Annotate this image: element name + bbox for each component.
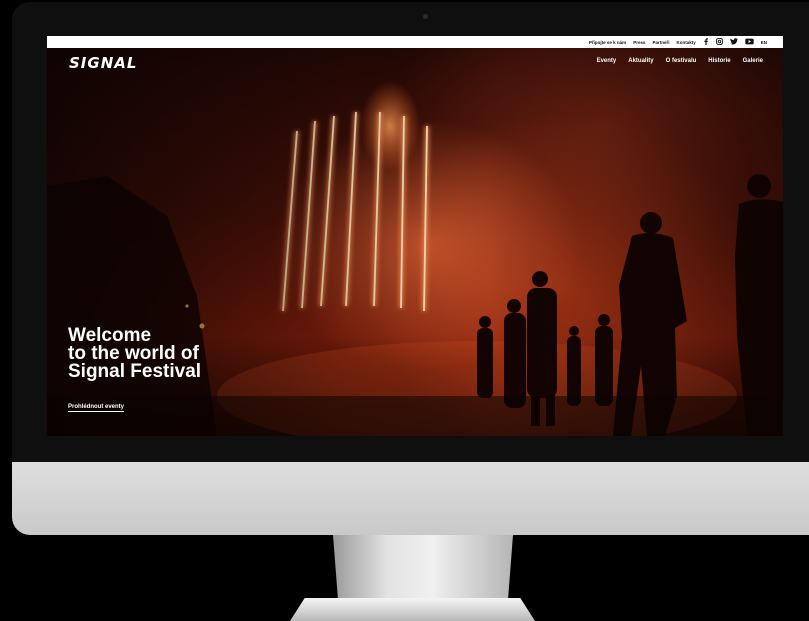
hero-title: Welcome to the world of Signal Festival [68, 326, 202, 382]
main-navigation: Eventy Aktuality O festivalu Historie Ga… [597, 58, 763, 64]
camera-dot [423, 14, 428, 19]
monitor-stand-base [290, 598, 535, 621]
instagram-icon[interactable] [715, 37, 723, 47]
nav-item-events[interactable]: Eventy [597, 58, 617, 64]
browser-viewport: Připojte se k nám Press Partneři Kontakt… [47, 36, 783, 436]
browse-events-link[interactable]: Prohlédnout eventy [68, 404, 125, 412]
nav-item-history[interactable]: Historie [708, 58, 730, 64]
utility-link-press[interactable]: Press [633, 40, 645, 45]
ground-haze [217, 341, 737, 436]
twitter-icon[interactable] [729, 37, 738, 47]
language-switch[interactable]: EN [761, 40, 767, 45]
utility-link-contacts[interactable]: Kontakty [676, 40, 695, 45]
monitor-stand [333, 535, 513, 605]
utility-bar: Připojte se k nám Press Partneři Kontakt… [47, 36, 783, 48]
bottom-shadow [47, 396, 783, 436]
monitor-chin [12, 462, 809, 535]
hero-title-line: Signal Festival [68, 361, 202, 382]
nav-item-news[interactable]: Aktuality [628, 58, 653, 64]
youtube-icon[interactable] [745, 38, 754, 47]
nav-item-about[interactable]: O festivalu [666, 58, 697, 64]
fire-glow [360, 81, 420, 171]
facebook-icon[interactable] [703, 37, 709, 47]
street-light [185, 304, 189, 308]
utility-link-partners[interactable]: Partneři [652, 40, 669, 45]
utility-link-join[interactable]: Připojte se k nám [589, 40, 626, 45]
light-installation [280, 111, 430, 312]
crowd-silhouettes [47, 174, 783, 436]
nav-item-gallery[interactable]: Galerie [743, 58, 763, 64]
site-logo[interactable]: SIGNAL [69, 54, 137, 72]
